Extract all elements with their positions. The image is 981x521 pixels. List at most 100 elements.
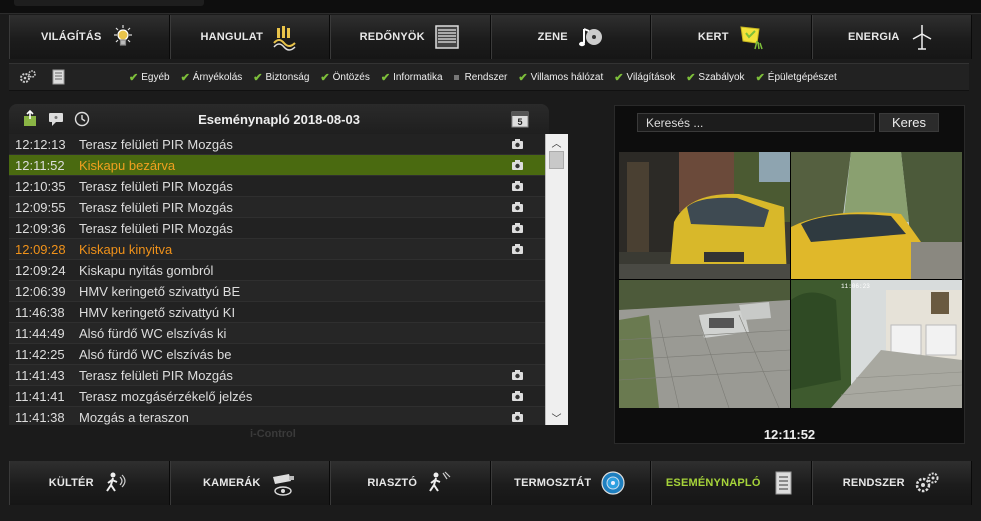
clock-icon[interactable] <box>73 110 91 128</box>
shutter-icon <box>433 23 461 51</box>
table-row[interactable]: 11:41:43 Terasz felületi PIR Mozgás <box>9 365 549 386</box>
table-row[interactable]: 11:41:41 Terasz mozgásérzékelő jelzés <box>9 386 549 407</box>
snapshot-camera-icon[interactable] <box>511 180 524 192</box>
check-icon: ✔ <box>614 71 624 84</box>
event-message: Kiskapu nyitás gombról <box>79 262 214 278</box>
comment-icon[interactable] <box>47 110 65 128</box>
document-list-icon[interactable] <box>49 68 67 86</box>
table-row[interactable]: 12:12:13 Terasz felületi PIR Mozgás <box>9 134 549 155</box>
filter-chip-label: Rendszer <box>464 71 508 83</box>
filter-chip[interactable]: ✔ Árnyékolás <box>181 71 243 84</box>
thermostat-icon <box>599 469 627 497</box>
calendar-icon[interactable]: 5 <box>511 110 529 133</box>
table-row[interactable]: 12:09:36 Terasz felületi PIR Mozgás <box>9 218 549 239</box>
check-icon: ✔ <box>129 71 139 84</box>
event-time: 11:41:41 <box>15 388 65 404</box>
table-row[interactable]: 12:06:39 HMV keringető szivattyú BE <box>9 281 549 302</box>
check-icon: ✔ <box>320 71 330 84</box>
filter-chip[interactable]: ✔ Szabályok <box>686 71 744 84</box>
event-message: Alsó fürdő WC elszívás ki <box>79 325 227 341</box>
snapshot-camera-icon[interactable] <box>511 243 524 255</box>
outdoor-motion-icon <box>102 469 130 497</box>
snapshot-camera-icon[interactable] <box>511 411 524 423</box>
lightbulb-icon <box>109 23 137 51</box>
snapshot-camera-icon[interactable] <box>511 222 524 234</box>
nav-riaszto[interactable]: RIASZTÓ <box>330 461 491 505</box>
check-icon: ✔ <box>518 71 528 84</box>
filter-chip[interactable]: Rendszer <box>453 71 508 83</box>
nav-label: RENDSZER <box>842 477 905 489</box>
event-time: 12:09:28 <box>15 241 66 257</box>
nav-energia[interactable]: ENERGIA <box>811 15 972 59</box>
snapshot-camera-icon[interactable] <box>511 369 524 381</box>
table-row[interactable]: 11:44:49 Alsó fürdő WC elszívás ki <box>9 323 549 344</box>
camera-time: 12:11:52 <box>763 427 816 442</box>
camera-timestamp: 11:06:23 <box>841 283 870 290</box>
snapshot-camera-icon[interactable] <box>511 138 524 150</box>
camera-feed-garage[interactable]: 11:06:23 <box>791 280 962 408</box>
filter-chip[interactable]: ✔ Világítások <box>614 71 675 84</box>
nav-zene[interactable]: ZENE <box>490 15 651 59</box>
event-log-scrollbar[interactable]: ︿ ﹀ <box>545 134 568 425</box>
event-message: Terasz felületi PIR Mozgás <box>79 367 233 383</box>
filter-chip[interactable]: ✔ Informatika <box>381 71 443 84</box>
filter-chip[interactable]: ✔ Biztonság <box>253 71 309 84</box>
filter-chip[interactable]: ✔ Villamos hálózat <box>518 71 603 84</box>
snapshot-camera-icon[interactable] <box>511 201 524 213</box>
nav-rendszer[interactable]: RENDSZER <box>811 461 972 505</box>
scroll-up-icon[interactable]: ︿ <box>546 134 567 150</box>
nav-label: REDŐNYÖK <box>359 31 425 43</box>
event-message: Mozgás a teraszon <box>79 409 189 425</box>
nav-label: RIASZTÓ <box>367 477 418 489</box>
nav-vilagitas[interactable]: VILÁGÍTÁS <box>9 15 170 59</box>
export-icon[interactable] <box>21 110 39 128</box>
filter-chip-label: Informatika <box>393 71 443 83</box>
filter-chip[interactable]: ✔ Épületgépészet <box>756 71 837 84</box>
nav-redonyok[interactable]: REDŐNYÖK <box>330 15 491 59</box>
snapshot-camera-icon[interactable] <box>511 159 524 171</box>
nav-kamerak[interactable]: KAMERÁK <box>169 461 330 505</box>
camera-grid: 11:06:23 <box>619 152 962 408</box>
table-row[interactable]: 12:09:55 Terasz felületi PIR Mozgás <box>9 197 549 218</box>
camera-feed-gate[interactable] <box>619 152 790 279</box>
check-icon: ✔ <box>253 71 263 84</box>
event-time: 11:41:43 <box>15 367 65 383</box>
table-row[interactable]: 12:09:24 Kiskapu nyitás gombról <box>9 260 549 281</box>
nav-hangulat[interactable]: HANGULAT <box>169 15 330 59</box>
search-button[interactable]: Keres <box>879 113 939 132</box>
table-row[interactable]: 12:11:52 Kiskapu bezárva <box>9 155 549 176</box>
camera-feed-driveway-front[interactable] <box>791 152 962 279</box>
table-row[interactable]: 11:41:38 Mozgás a teraszon <box>9 407 549 425</box>
scroll-down-icon[interactable]: ﹀ <box>546 409 567 425</box>
nav-label: ZENE <box>537 31 568 43</box>
nav-label: TERMOSZTÁT <box>514 477 592 489</box>
table-row[interactable]: 11:42:25 Alsó fürdő WC elszívás be <box>9 344 549 365</box>
table-row[interactable]: 12:10:35 Terasz felületi PIR Mozgás <box>9 176 549 197</box>
filter-chip[interactable]: ✔ Öntözés <box>320 71 369 84</box>
nav-termosztat[interactable]: TERMOSZTÁT <box>490 461 651 505</box>
filter-chip-label: Épületgépészet <box>767 71 837 83</box>
event-time: 12:06:39 <box>15 283 66 299</box>
event-message: Terasz felületi PIR Mozgás <box>79 136 233 152</box>
snapshot-camera-icon[interactable] <box>511 390 524 402</box>
nav-label: ENERGIA <box>847 31 900 43</box>
camera-icon <box>269 469 297 497</box>
event-message: Terasz mozgásérzékelő jelzés <box>79 388 253 404</box>
check-icon: ✔ <box>686 71 696 84</box>
nav-label: KÜLTÉR <box>48 477 94 489</box>
event-time: 11:41:38 <box>15 409 65 425</box>
nav-esemenynaplo[interactable]: ESEMÉNYNAPLÓ <box>651 461 812 505</box>
scroll-thumb[interactable] <box>549 151 564 169</box>
event-time: 12:09:24 <box>15 262 66 278</box>
alarm-icon <box>425 469 453 497</box>
table-row[interactable]: 12:09:28 Kiskapu kinyitva <box>9 239 549 260</box>
filter-chip-label: Biztonság <box>265 71 310 83</box>
filter-chip[interactable]: ✔ Egyéb <box>129 71 170 84</box>
nav-kert[interactable]: KERT <box>651 15 812 59</box>
nav-kulter[interactable]: KÜLTÉR <box>9 461 170 505</box>
settings-gears-icon[interactable] <box>19 68 37 86</box>
search-input[interactable] <box>637 113 875 132</box>
nav-label: KAMERÁK <box>202 477 261 489</box>
camera-feed-parking[interactable] <box>619 280 790 408</box>
table-row[interactable]: 11:46:38 HMV keringető szivattyú KI <box>9 302 549 323</box>
